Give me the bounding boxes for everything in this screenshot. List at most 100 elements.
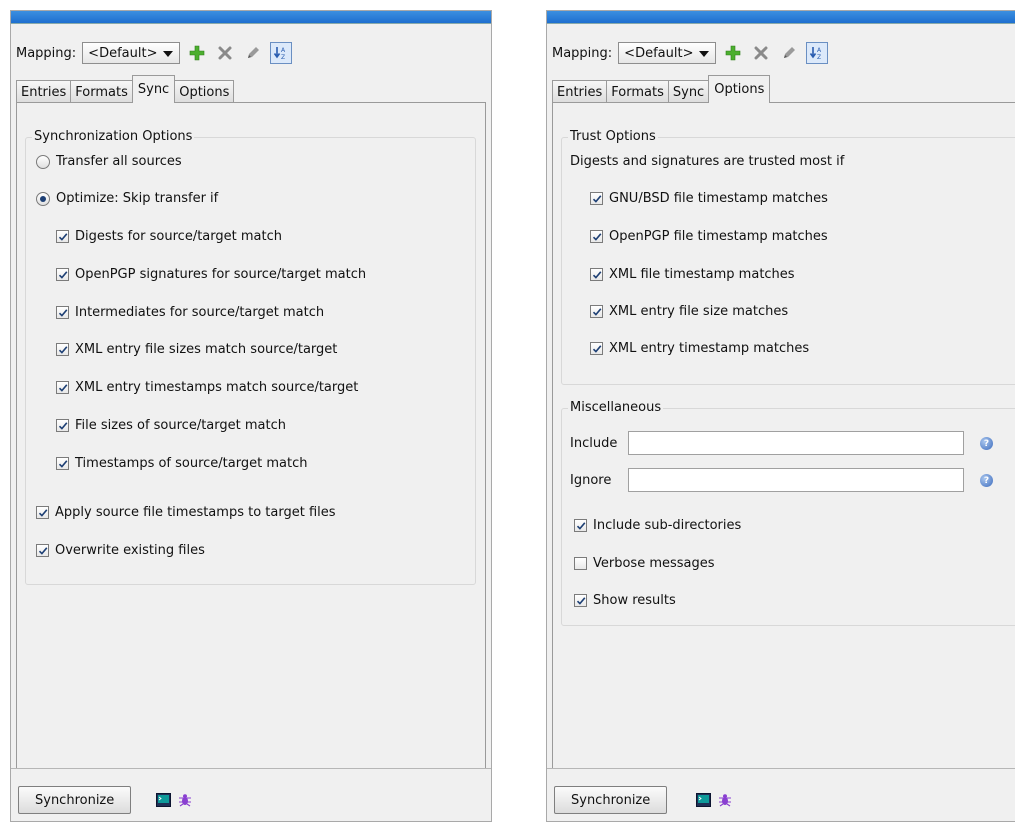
tab-sync[interactable]: Sync (667, 80, 710, 103)
checkbox-overwrite-existing[interactable]: Overwrite existing files (36, 543, 205, 558)
panel-title-bar (547, 11, 1015, 24)
checkbox-label: Include sub-directories (593, 518, 742, 533)
checkbox-timestamps-match[interactable]: Timestamps of source/target match (56, 456, 307, 471)
include-help-icon[interactable]: ? (980, 437, 993, 450)
tab-options[interactable]: Options (174, 80, 235, 103)
panel-title-bar (11, 11, 491, 24)
checkbox[interactable] (590, 230, 603, 243)
panel-footer: Synchronize (547, 768, 1015, 821)
mapping-toolbar: Mapping: <Default> AZ (552, 39, 829, 67)
synchronize-button[interactable]: Synchronize (554, 786, 668, 814)
svg-text:Z: Z (817, 54, 821, 61)
checkbox-label: Apply source file timestamps to target f… (55, 505, 336, 520)
checkbox[interactable] (56, 306, 69, 319)
radio-button[interactable] (36, 154, 50, 169)
checkbox[interactable] (590, 342, 603, 355)
delete-icon[interactable] (214, 42, 236, 64)
ignore-input[interactable] (628, 468, 964, 492)
ignore-label: Ignore (570, 473, 611, 488)
checkbox-intermediates-match[interactable]: Intermediates for source/target match (56, 305, 324, 320)
checkbox-verbose-messages[interactable]: Verbose messages (574, 556, 715, 571)
tab-bar: Entries Formats Sync Options (16, 75, 235, 103)
checkbox-xml-entry-size[interactable]: XML entry file size matches (590, 304, 788, 319)
checkbox[interactable] (56, 268, 69, 281)
checkbox-apply-timestamps[interactable]: Apply source file timestamps to target f… (36, 505, 336, 520)
debug-icon[interactable] (177, 792, 193, 808)
checkbox-openpgp-match[interactable]: OpenPGP signatures for source/target mat… (56, 267, 366, 282)
checkbox-label: GNU/BSD file timestamp matches (609, 191, 828, 206)
add-icon[interactable] (186, 42, 208, 64)
checkbox[interactable] (574, 519, 587, 532)
radio-label: Transfer all sources (56, 154, 182, 169)
checkbox-include-subdirs[interactable]: Include sub-directories (574, 518, 741, 533)
checkbox-gnu-bsd-timestamp[interactable]: GNU/BSD file timestamp matches (590, 191, 828, 206)
synchronize-button[interactable]: Synchronize (18, 786, 132, 814)
checkbox-label: OpenPGP signatures for source/target mat… (75, 267, 367, 282)
tab-entries[interactable]: Entries (552, 80, 608, 103)
checkbox[interactable] (56, 457, 69, 470)
ignore-help-icon[interactable]: ? (980, 474, 993, 487)
edit-icon[interactable] (242, 42, 264, 64)
checkbox-xml-sizes-match[interactable]: XML entry file sizes match source/target (56, 342, 337, 357)
tab-entries[interactable]: Entries (16, 80, 72, 103)
checkbox[interactable] (56, 381, 69, 394)
mapping-toolbar: Mapping: <Default> AZ (16, 39, 293, 67)
checkbox[interactable] (590, 192, 603, 205)
checkbox-xml-timestamps-match[interactable]: XML entry timestamps match source/target (56, 380, 358, 395)
include-input[interactable] (628, 431, 964, 455)
checkbox[interactable] (590, 268, 603, 281)
checkbox-xml-entry-timestamp[interactable]: XML entry timestamp matches (590, 341, 809, 356)
checkbox[interactable] (56, 419, 69, 432)
mapping-select-value: <Default> (88, 45, 158, 61)
radio-optimize[interactable]: Optimize: Skip transfer if (36, 191, 218, 206)
tab-bar: Entries Formats Sync Options (552, 75, 771, 103)
mapping-select[interactable]: <Default> (618, 42, 717, 64)
sort-icon[interactable]: AZ (270, 42, 293, 64)
checkbox-label: XML entry file sizes match source/target (75, 342, 338, 357)
console-icon[interactable] (695, 792, 711, 808)
console-icon[interactable] (155, 792, 171, 808)
mapping-select[interactable]: <Default> (82, 42, 181, 64)
checkbox[interactable] (574, 594, 587, 607)
checkbox[interactable] (56, 343, 69, 356)
checkbox[interactable] (590, 305, 603, 318)
checkbox-show-results[interactable]: Show results (574, 593, 676, 608)
checkbox-label: Show results (593, 593, 676, 608)
tab-sync[interactable]: Sync (131, 75, 176, 103)
sync-panel-left: Mapping: <Default> AZ Entries Formats Sy… (10, 10, 492, 822)
svg-text:A: A (281, 47, 286, 54)
sync-panel-right: Mapping: <Default> AZ Entries Formats Sy… (546, 10, 1015, 822)
checkbox-digests-match[interactable]: Digests for source/target match (56, 229, 282, 244)
checkbox-openpgp-timestamp[interactable]: OpenPGP file timestamp matches (590, 229, 828, 244)
tab-formats[interactable]: Formats (606, 80, 669, 103)
checkbox[interactable] (56, 230, 69, 243)
radio-button-selected[interactable] (36, 191, 50, 206)
include-label-text: Include (570, 436, 618, 451)
checkbox-label: XML file timestamp matches (609, 267, 795, 282)
mapping-select-value: <Default> (624, 45, 694, 61)
group-title: Trust Options (568, 129, 658, 144)
chevron-down-icon (699, 51, 710, 57)
edit-icon[interactable] (778, 42, 800, 64)
checkbox-label: Digests for source/target match (75, 229, 282, 244)
add-icon[interactable] (722, 42, 744, 64)
debug-icon[interactable] (717, 792, 733, 808)
checkbox-label: File sizes of source/target match (75, 418, 286, 433)
delete-icon[interactable] (750, 42, 772, 64)
trust-options-group: Trust Options Digests and signatures are… (561, 129, 1015, 385)
sync-tab-content: Synchronization Options Transfer all sou… (16, 102, 486, 769)
checkbox[interactable] (36, 544, 49, 557)
ignore-label-text: Ignore (570, 473, 612, 488)
radio-transfer-all[interactable]: Transfer all sources (36, 154, 182, 169)
trust-subtitle: Digests and signatures are trusted most … (570, 154, 844, 169)
checkbox-xml-file-timestamp[interactable]: XML file timestamp matches (590, 267, 795, 282)
checkbox-file-sizes-match[interactable]: File sizes of source/target match (56, 418, 286, 433)
tab-formats[interactable]: Formats (70, 80, 133, 103)
group-title: Synchronization Options (32, 129, 195, 144)
checkbox[interactable] (36, 506, 49, 519)
checkbox-unchecked[interactable] (574, 557, 587, 570)
sort-icon[interactable]: AZ (806, 42, 829, 64)
tab-options[interactable]: Options (708, 75, 771, 103)
radio-label: Optimize: Skip transfer if (56, 191, 219, 206)
checkbox-label: XML entry timestamps match source/target (75, 380, 359, 395)
